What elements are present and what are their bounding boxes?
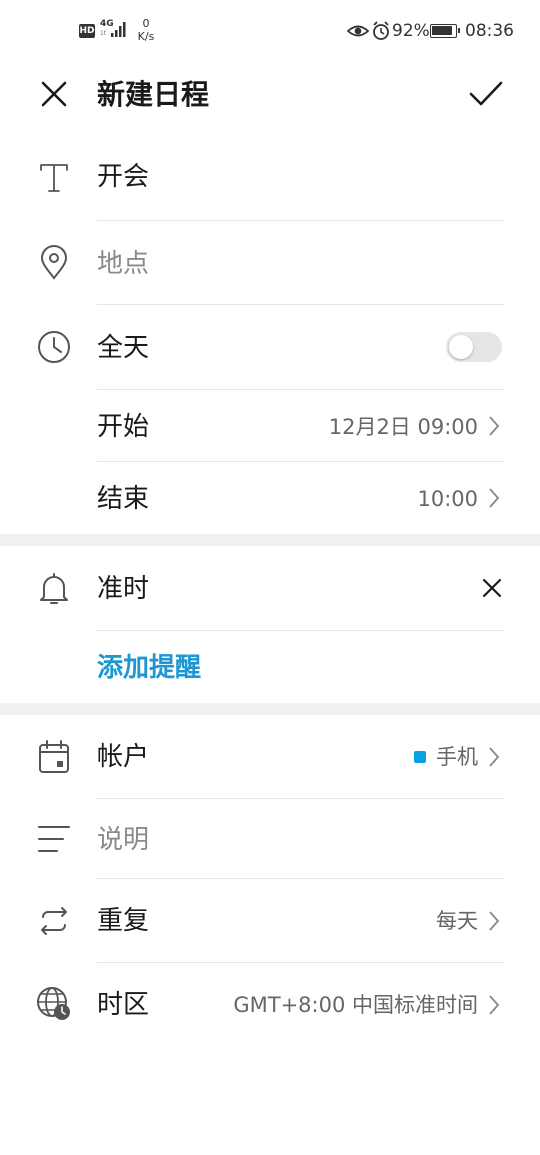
network-speed: 0 K/s [134, 17, 158, 43]
page-title: 新建日程 [97, 78, 210, 111]
all-day-label: 全天 [97, 333, 150, 363]
end-label: 结束 [97, 484, 150, 514]
location-input[interactable]: 地点 [97, 246, 149, 282]
add-reminder-button[interactable]: 添加提醒 [97, 650, 201, 686]
repeat-value[interactable]: 每天 [436, 903, 478, 939]
divider [97, 878, 504, 879]
speed-unit: K/s [137, 30, 155, 43]
divider [97, 630, 504, 631]
eye-comfort-icon [347, 25, 369, 37]
repeat-icon [41, 907, 67, 935]
repeat-label: 重复 [97, 906, 150, 936]
section-gap [0, 534, 540, 546]
chevron-right-icon [489, 747, 500, 767]
speed-value: 0 [142, 17, 150, 30]
chevron-right-icon [489, 995, 500, 1015]
battery-percent: 92% [392, 21, 430, 41]
title-input[interactable]: 开会 [97, 159, 149, 195]
account-label: 帐户 [97, 742, 150, 772]
alarm-icon [373, 21, 389, 40]
account-value[interactable]: 手机 [436, 739, 478, 775]
description-icon [38, 826, 70, 852]
toggle-knob [449, 335, 473, 359]
start-value[interactable]: 12月2日 09:00 [329, 409, 478, 445]
start-label: 开始 [97, 412, 150, 442]
calendar-icon [39, 740, 69, 773]
close-icon[interactable] [38, 78, 70, 110]
divider [97, 461, 504, 462]
all-day-toggle[interactable] [446, 332, 502, 362]
divider [97, 304, 504, 305]
status-bar: HD 4G 1t 0 K/s 92% 08:36 [0, 0, 540, 62]
account-color-dot [414, 751, 426, 763]
chevron-right-icon [489, 911, 500, 931]
signal-icon [111, 22, 126, 37]
chevron-right-icon [489, 488, 500, 508]
bell-icon [40, 573, 68, 604]
chevron-right-icon [489, 416, 500, 436]
text-title-icon [40, 164, 68, 192]
reminder-label: 准时 [97, 574, 150, 604]
check-icon[interactable] [468, 78, 504, 110]
hd-icon: HD [79, 24, 95, 38]
description-input[interactable]: 说明 [97, 822, 149, 858]
divider [97, 962, 504, 963]
divider [97, 389, 504, 390]
location-pin-icon [40, 245, 68, 280]
globe-clock-icon [37, 987, 70, 1020]
timezone-value[interactable]: GMT+8:00 中国标准时间 [233, 987, 478, 1023]
clock: 08:36 [465, 21, 514, 41]
divider [97, 798, 504, 799]
battery-icon [430, 24, 460, 38]
remove-reminder-icon[interactable] [481, 577, 503, 599]
end-value[interactable]: 10:00 [417, 481, 478, 517]
section-gap [0, 703, 540, 715]
timezone-label: 时区 [97, 990, 150, 1020]
divider [97, 220, 504, 221]
clock-icon [38, 331, 70, 363]
